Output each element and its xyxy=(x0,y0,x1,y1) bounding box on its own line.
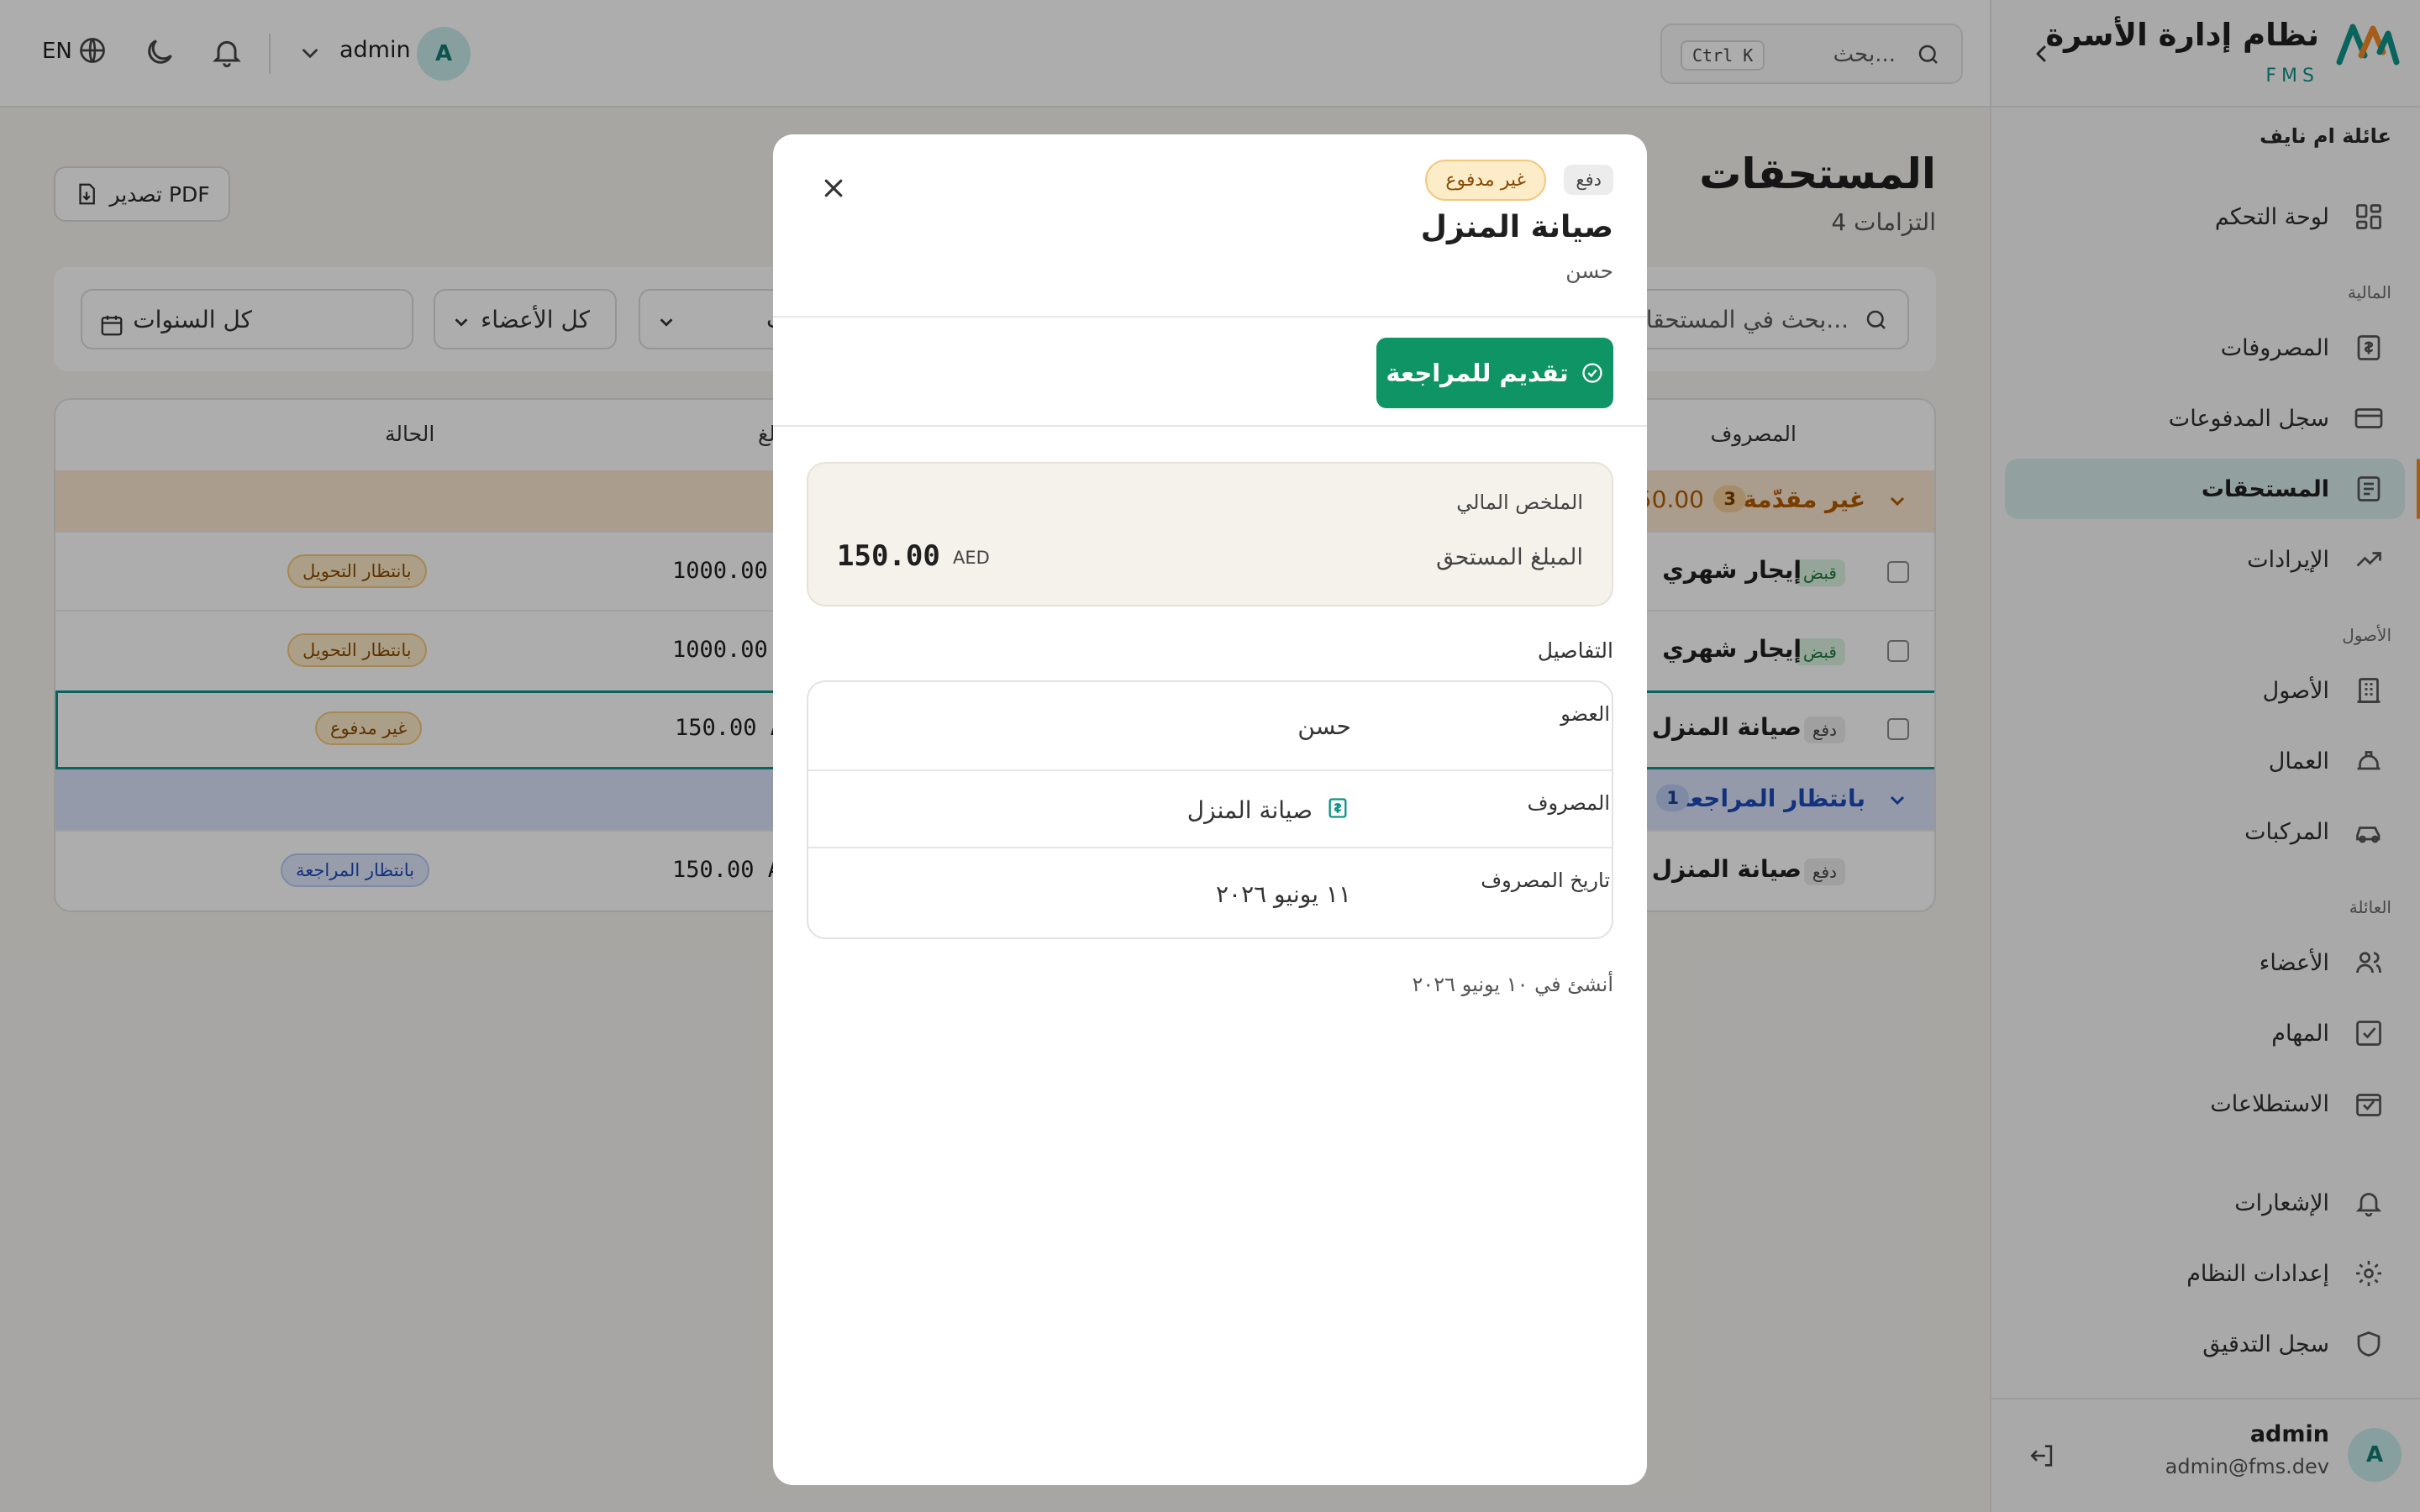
details-table: العضو حسن المصروف صيانة المنزل تاريخ الم… xyxy=(807,680,1613,939)
detail-value: حسن xyxy=(1297,712,1351,740)
modal-title: صيانة المنزل xyxy=(1420,210,1613,244)
currency-label: AED xyxy=(953,548,990,568)
submit-for-review-button[interactable]: تقديم للمراجعة xyxy=(1376,338,1613,408)
modal-member: حسن xyxy=(1565,259,1613,283)
detail-key: المصروف xyxy=(1527,791,1610,815)
submit-label: تقديم للمراجعة xyxy=(1386,359,1569,387)
check-circle-icon xyxy=(1581,363,1602,383)
obligation-detail-modal: دفع غير مدفوع صيانة المنزل حسن تقديم للم… xyxy=(773,134,1647,1485)
detail-value-link[interactable]: صيانة المنزل xyxy=(1187,796,1313,824)
amount-due-value: 150.00 xyxy=(837,539,940,573)
divider xyxy=(773,316,1647,318)
financial-summary-card: الملخص المالي المبلغ المستحق 150.00 AED xyxy=(807,462,1613,606)
detail-row-member: العضو حسن xyxy=(808,682,1612,771)
close-button[interactable] xyxy=(817,171,850,205)
detail-row-date: تاريخ المصروف ١١ يونيو ٢٠٢٦ xyxy=(808,848,1612,937)
amount-due-label: المبلغ المستحق xyxy=(1436,544,1583,570)
summary-label: الملخص المالي xyxy=(1456,491,1583,514)
detail-key: تاريخ المصروف xyxy=(1481,869,1610,892)
detail-key: العضو xyxy=(1560,702,1610,726)
close-icon xyxy=(824,179,843,197)
status-badge: غير مدفوع xyxy=(1425,160,1546,201)
detail-row-expense: المصروف صيانة المنزل xyxy=(808,771,1612,848)
details-label: التفاصيل xyxy=(1537,638,1613,663)
receipt-icon xyxy=(1328,798,1347,818)
detail-value: ١١ يونيو ٢٠٢٦ xyxy=(1216,880,1351,908)
created-date: أنشئ في ١٠ يونيو ٢٠٢٦ xyxy=(1412,973,1614,996)
type-badge: دفع xyxy=(1564,165,1613,195)
divider xyxy=(773,425,1647,427)
